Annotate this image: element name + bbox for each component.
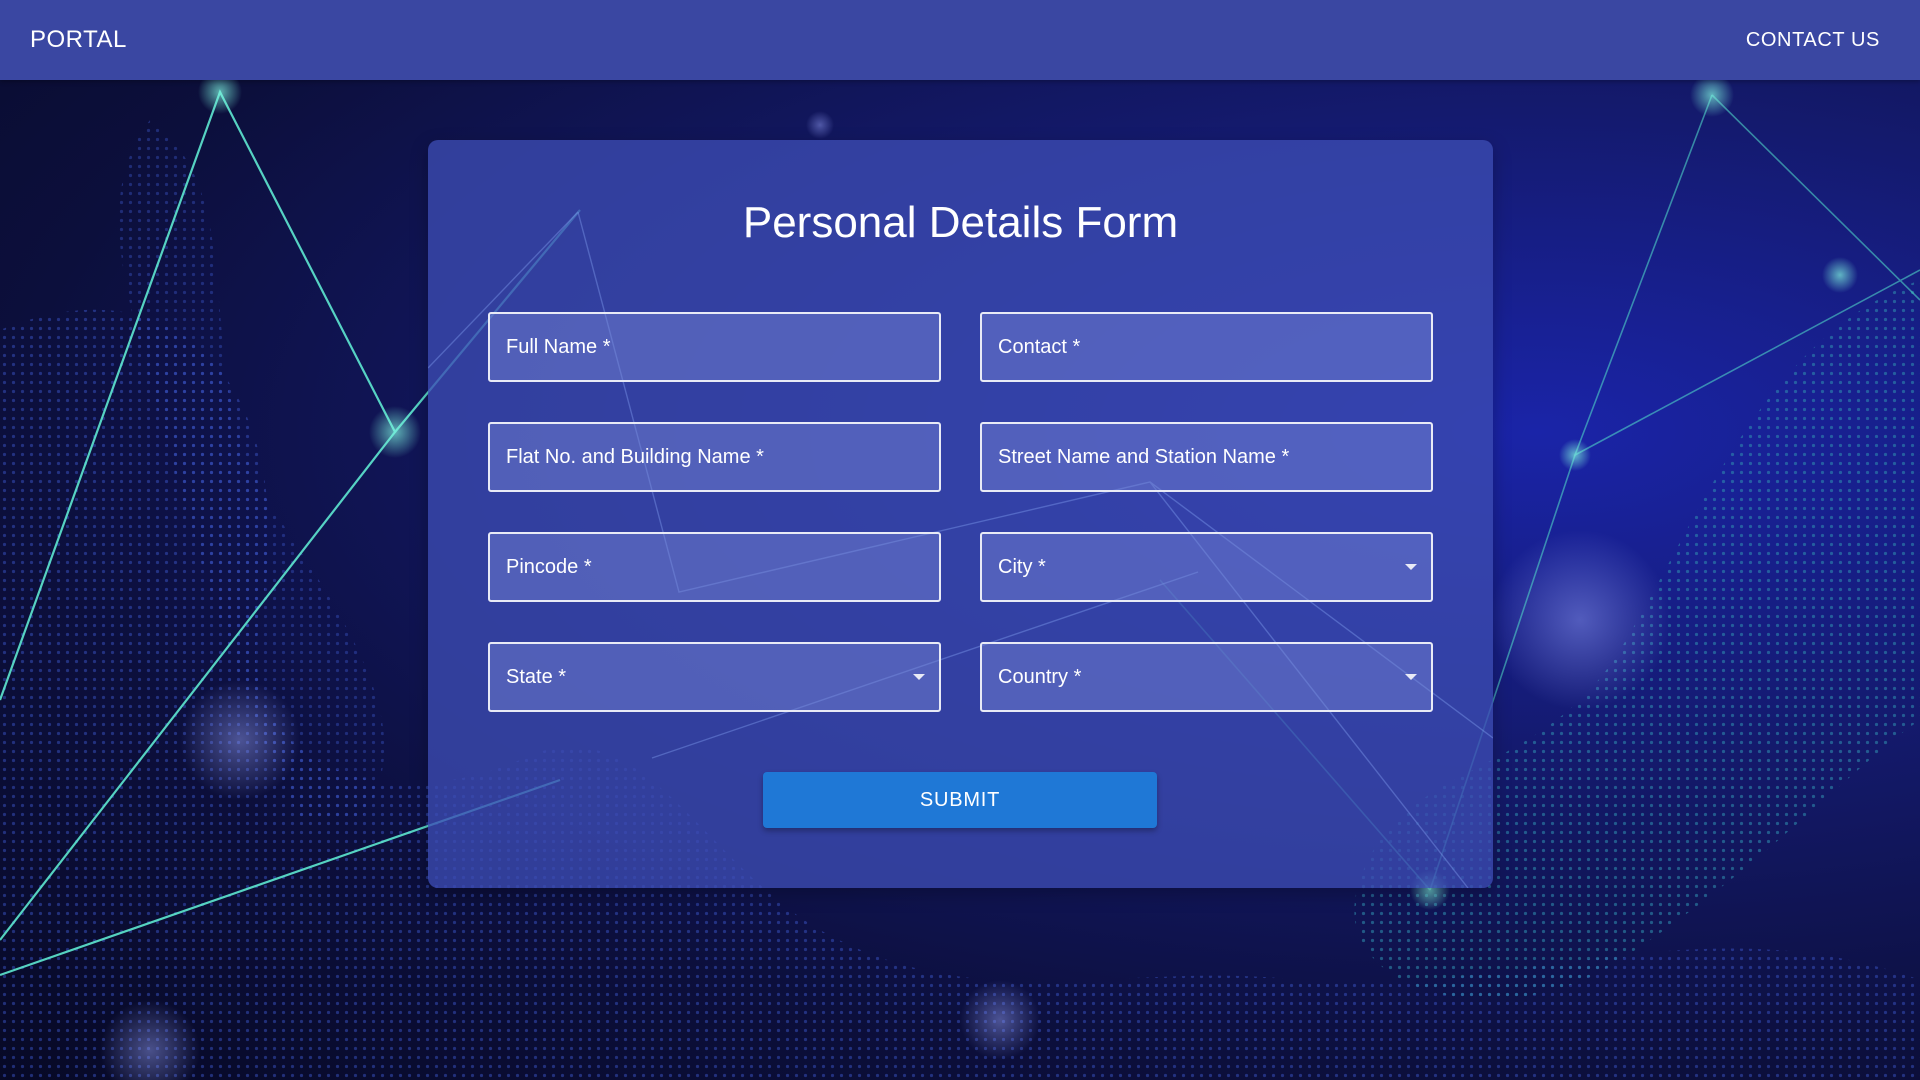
contact-us-link[interactable]: CONTACT US bbox=[1746, 29, 1880, 52]
form-card: Personal Details Form Full Name * Contac… bbox=[428, 140, 1493, 888]
street-station-label: Street Name and Station Name * bbox=[998, 445, 1290, 468]
submit-button[interactable]: SUBMIT bbox=[763, 772, 1157, 828]
city-select[interactable]: City * bbox=[980, 532, 1433, 602]
state-select[interactable]: State * bbox=[488, 642, 941, 712]
pincode-field[interactable]: Pincode * bbox=[488, 532, 941, 602]
contact-field[interactable]: Contact * bbox=[980, 312, 1433, 382]
app-bar: PORTAL CONTACT US bbox=[0, 0, 1920, 80]
country-select[interactable]: Country * bbox=[980, 642, 1433, 712]
contact-label: Contact * bbox=[998, 335, 1081, 358]
country-label: Country * bbox=[998, 665, 1082, 688]
city-label: City * bbox=[998, 555, 1046, 578]
street-station-field[interactable]: Street Name and Station Name * bbox=[980, 422, 1433, 492]
chevron-down-icon bbox=[913, 674, 925, 680]
flat-building-field[interactable]: Flat No. and Building Name * bbox=[488, 422, 941, 492]
chevron-down-icon bbox=[1405, 674, 1417, 680]
flat-building-label: Flat No. and Building Name * bbox=[506, 445, 764, 468]
chevron-down-icon bbox=[1405, 564, 1417, 570]
state-label: State * bbox=[506, 665, 567, 688]
form-title: Personal Details Form bbox=[742, 198, 1179, 247]
brand-title[interactable]: PORTAL bbox=[30, 26, 127, 54]
pincode-label: Pincode * bbox=[506, 555, 592, 578]
full-name-label: Full Name * bbox=[506, 335, 611, 358]
full-name-field[interactable]: Full Name * bbox=[488, 312, 941, 382]
